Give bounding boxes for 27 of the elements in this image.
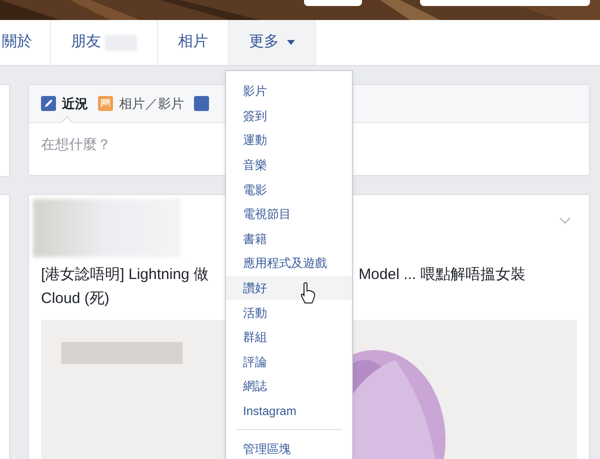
menu-item[interactable]: 網誌 bbox=[226, 374, 352, 399]
pencil-icon bbox=[41, 96, 56, 111]
image-icon bbox=[98, 96, 113, 111]
menu-item[interactable]: 簽到 bbox=[226, 104, 352, 128]
composer-tab[interactable]: 近況 bbox=[41, 85, 88, 122]
menu-item[interactable]: 影片 bbox=[226, 79, 352, 104]
menu-item[interactable]: 電影 bbox=[226, 177, 352, 202]
hand-cursor-icon bbox=[300, 282, 316, 304]
menu-item[interactable]: 評論 bbox=[226, 350, 352, 374]
menu-item[interactable]: 應用程式及遊戲 bbox=[226, 251, 352, 276]
menu-item[interactable]: 電視節目 bbox=[226, 202, 352, 227]
nav-tab[interactable]: 關於 bbox=[0, 20, 51, 65]
post-text: Cloud (死) bbox=[41, 289, 110, 309]
menu-item[interactable]: 管理區塊 bbox=[226, 436, 352, 459]
menu-item[interactable]: 運動 bbox=[226, 128, 352, 153]
menu-item[interactable]: 讚好 bbox=[226, 276, 352, 300]
nav-tab[interactable]: 更多 bbox=[229, 20, 316, 65]
post-text: Model ... 喂點解唔搵女裝 bbox=[358, 265, 526, 285]
cover-button[interactable] bbox=[304, 0, 362, 6]
chevron-down-icon[interactable] bbox=[559, 217, 571, 224]
menu-item[interactable]: 書籍 bbox=[226, 226, 352, 252]
menu-item[interactable]: 活動 bbox=[226, 300, 352, 325]
post-text: [港女諗唔明] Lightning 做 bbox=[41, 265, 209, 285]
menu-item[interactable]: 群組 bbox=[226, 324, 352, 350]
menu-item[interactable]: Instagram bbox=[226, 398, 352, 424]
menu-item[interactable]: 音樂 bbox=[226, 152, 352, 178]
composer-tab[interactable]: 相片／影片 bbox=[98, 85, 184, 122]
